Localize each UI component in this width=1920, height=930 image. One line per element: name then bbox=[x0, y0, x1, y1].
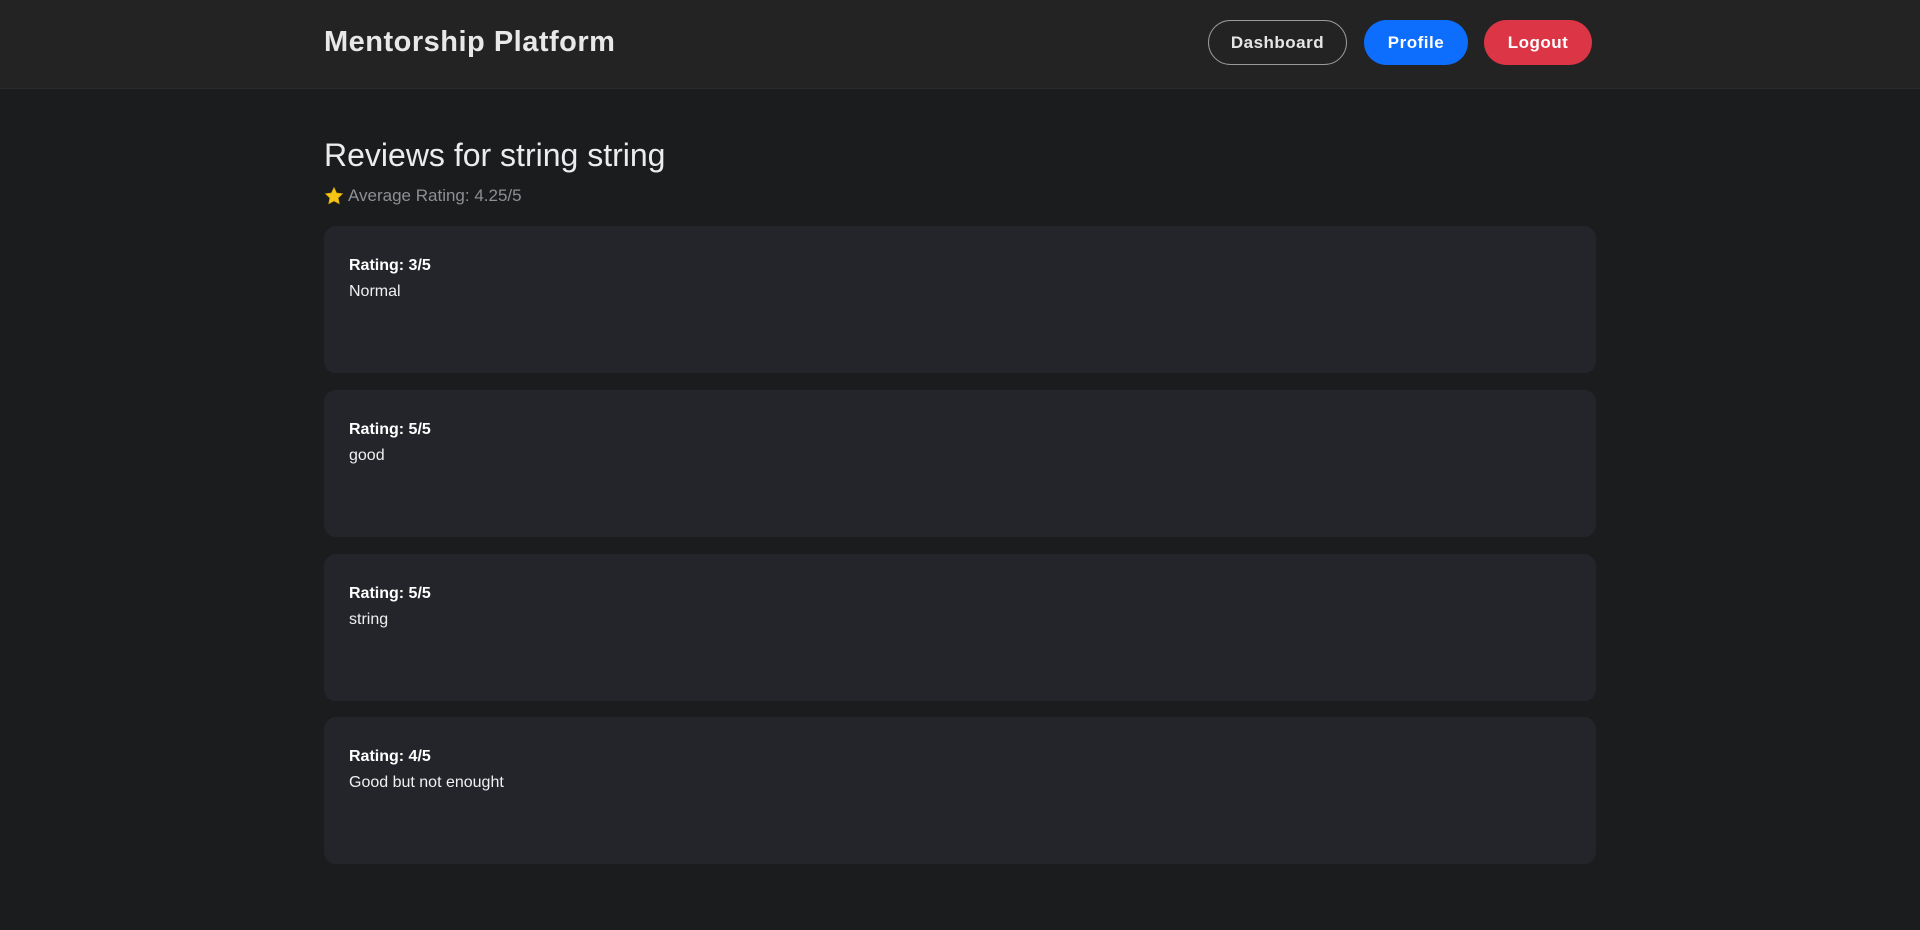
review-card: Rating: 4/5 Good but not enought bbox=[324, 717, 1596, 864]
review-card: Rating: 5/5 string bbox=[324, 554, 1596, 701]
dashboard-button[interactable]: Dashboard bbox=[1208, 20, 1347, 65]
review-rating: Rating: 3/5 bbox=[349, 257, 431, 274]
review-rating: Rating: 5/5 bbox=[349, 585, 431, 602]
review-card: Rating: 3/5 Normal bbox=[324, 226, 1596, 373]
average-rating: Average Rating: 4.25/5 bbox=[324, 186, 522, 206]
average-rating-text: Average Rating: 4.25/5 bbox=[348, 186, 522, 205]
review-comment: good bbox=[349, 447, 385, 464]
page-title: Reviews for string string bbox=[324, 137, 666, 173]
review-comment: Good but not enought bbox=[349, 774, 504, 791]
profile-button[interactable]: Profile bbox=[1364, 20, 1468, 65]
brand-title[interactable]: Mentorship Platform bbox=[324, 26, 615, 59]
review-comment: string bbox=[349, 611, 389, 628]
review-rating: Rating: 5/5 bbox=[349, 421, 431, 438]
top-navbar: Mentorship Platform Dashboard Profile Lo… bbox=[0, 0, 1920, 89]
logout-button[interactable]: Logout bbox=[1484, 20, 1592, 65]
star-icon bbox=[324, 186, 344, 206]
review-comment: Normal bbox=[349, 283, 401, 300]
review-rating: Rating: 4/5 bbox=[349, 748, 431, 765]
review-card: Rating: 5/5 good bbox=[324, 390, 1596, 537]
